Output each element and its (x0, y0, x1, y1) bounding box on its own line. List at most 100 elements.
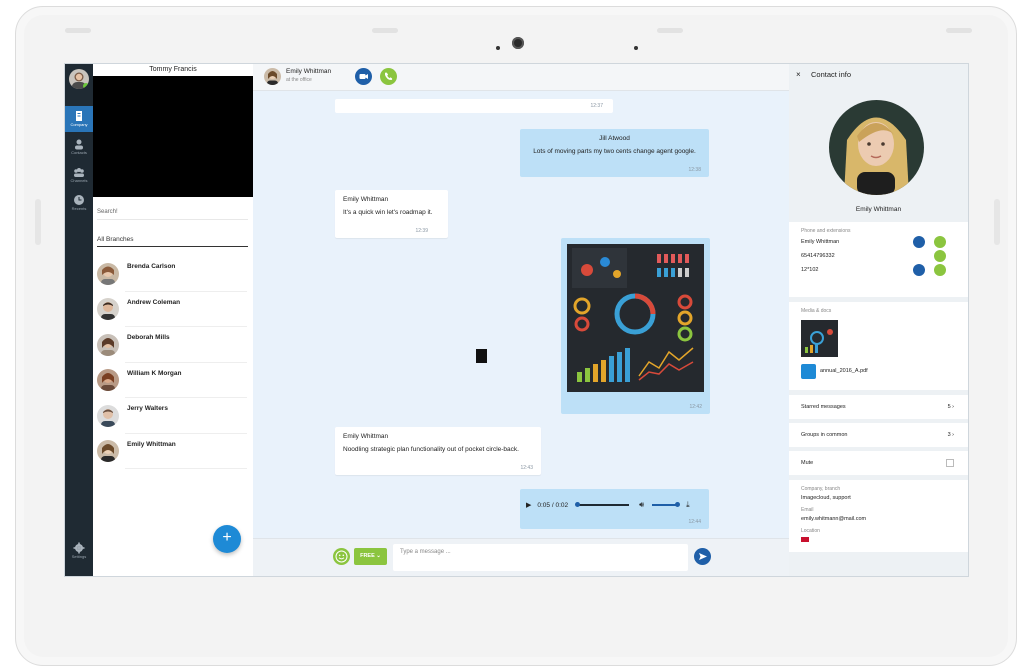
nav-item-label: Contacts (71, 150, 87, 155)
contact-name: Emily Whittman (855, 206, 902, 213)
nav-item-label: Company (70, 122, 88, 127)
avatar (97, 298, 119, 321)
company-value: Imagecloud, support (801, 495, 851, 501)
row-count: 3 › (947, 432, 954, 438)
mute-row: Mute (789, 451, 968, 475)
voice-call-button[interactable] (934, 236, 946, 248)
voice-call-button[interactable] (934, 264, 946, 276)
volume-icon[interactable]: 🔊︎ (639, 500, 644, 510)
panel-title: Contact info (811, 70, 852, 79)
chevron-down-icon: ⌄ (376, 553, 381, 559)
video-call-button[interactable] (355, 68, 372, 85)
close-icon[interactable]: × (796, 64, 801, 85)
send-icon (699, 553, 707, 560)
audio-progress-track[interactable] (575, 502, 630, 507)
voice-call-button[interactable] (380, 68, 397, 85)
phone-icon (385, 72, 393, 81)
message-bubble-outgoing[interactable]: Jill Atwood Lots of moving parts my two … (520, 129, 709, 177)
contacts-panel: Tommy Francis Search! All Branches Brend… (93, 64, 253, 576)
contact-item[interactable]: Emily Whittman (93, 434, 253, 469)
contact-item[interactable]: Deborah Mills (93, 327, 253, 363)
message-time: 12:42 (689, 404, 702, 410)
volume-slider[interactable] (652, 502, 681, 507)
contact-name: Andrew Coleman (127, 298, 181, 306)
contact-name: Deborah Mills (127, 334, 170, 341)
company-icon (76, 111, 82, 121)
date-separator: 12:37 (335, 99, 613, 113)
free-plan-dropdown[interactable]: FREE ⌄ (354, 548, 387, 565)
phone-entry: 65414796332 (801, 253, 835, 259)
emoji-button[interactable] (333, 548, 350, 565)
video-call-area[interactable] (93, 76, 253, 197)
media-thumbnail[interactable] (801, 320, 838, 357)
video-call-button[interactable] (913, 264, 925, 276)
frame-slot (372, 28, 398, 33)
message-sender: Jill Atwood (599, 135, 630, 142)
row-label: Groups in common (801, 432, 848, 438)
video-call-button[interactable] (913, 236, 925, 248)
message-time: 12:38 (688, 167, 701, 173)
nav-item-recents[interactable]: Recents (65, 190, 93, 216)
section-label: Phone and extensions (801, 228, 851, 234)
contact-photo[interactable] (829, 100, 924, 195)
avatar[interactable] (264, 68, 281, 85)
smiley-icon (335, 550, 348, 563)
message-time: 12:43 (520, 465, 533, 471)
voice-call-button[interactable] (934, 250, 946, 262)
message-text: Noodling strategic plan functionality ou… (343, 446, 519, 453)
media-section: Media & docs annual_2016_A.pdf (789, 302, 968, 390)
phone-section: Phone and extensions Emily Whittman 6541… (789, 222, 968, 297)
my-avatar[interactable] (69, 69, 89, 89)
avatar (97, 262, 119, 285)
frame-slot (946, 28, 972, 33)
mute-checkbox[interactable] (946, 459, 954, 467)
phone-entry: 12*102 (801, 267, 819, 273)
play-icon[interactable]: ▶ (526, 501, 531, 509)
send-button[interactable] (694, 548, 711, 565)
branch-filter[interactable]: All Branches (97, 232, 248, 247)
caller-name: Tommy Francis (149, 66, 197, 73)
search-input[interactable]: Search! (97, 204, 248, 220)
image-message-bubble[interactable]: 12:42 (561, 238, 710, 414)
avatar (97, 404, 119, 427)
groups-in-common-row[interactable]: Groups in common 3 › (789, 423, 968, 447)
avatar (97, 369, 119, 392)
frame-sensor (634, 46, 638, 50)
contact-info-panel: × Contact info Emily Whittman Phone and … (789, 64, 968, 576)
nav-item-contacts[interactable]: Contacts (65, 134, 93, 160)
gear-icon (73, 542, 85, 554)
nav-item-channels[interactable]: Channels (65, 162, 93, 188)
details-section: Company, branch Imagecloud, support Emai… (789, 480, 968, 552)
email-value[interactable]: emily.whitmann@mail.com (801, 516, 866, 522)
starred-messages-row[interactable]: Starred messages 5 › (789, 395, 968, 419)
audio-player: ▶ 0:05 / 0:02 🔊︎ ⤓ (526, 497, 708, 513)
doc-name[interactable]: annual_2016_A.pdf (820, 368, 868, 374)
audio-message-bubble[interactable]: ▶ 0:05 / 0:02 🔊︎ ⤓ 12:44 (520, 489, 709, 529)
nav-item-settings[interactable]: Settings (65, 538, 93, 564)
download-icon[interactable]: ⤓ (686, 500, 690, 510)
message-bubble-incoming[interactable]: Emily Whittman Noodling strategic plan f… (335, 427, 541, 475)
message-text: It's a quick win let's roadmap it. (343, 209, 433, 216)
contact-item[interactable]: Andrew Coleman (93, 292, 253, 327)
contact-item[interactable]: Brenda Carlson (93, 256, 253, 292)
nav-item-label: Settings (71, 554, 87, 559)
message-input[interactable]: Type a message ... (393, 544, 688, 571)
chat-contact-status: at the office (286, 77, 312, 83)
message-time: 12:37 (590, 103, 603, 109)
contact-item[interactable]: Jerry Walters (93, 398, 253, 434)
phone-entry: Emily Whittman (801, 239, 840, 245)
message-sender: Emily Whittman (343, 196, 389, 203)
field-label: Email (801, 507, 814, 513)
contact-item[interactable]: William K Morgan (93, 363, 253, 398)
nav-item-company[interactable]: Company (65, 106, 93, 132)
infographic-image[interactable] (567, 244, 704, 392)
add-contact-button[interactable]: + (213, 525, 241, 553)
message-bubble-incoming[interactable]: Emily Whittman It's a quick win let's ro… (335, 190, 448, 238)
chat-header: Emily Whittman at the office (253, 64, 789, 91)
chat-contact-name: Emily Whittman (286, 68, 332, 75)
chat-panel: Emily Whittman at the office 12:37 Jill … (253, 64, 789, 576)
recents-icon (74, 195, 84, 205)
frame-slot (65, 28, 91, 33)
channels-icon (74, 168, 84, 177)
stop-button[interactable] (476, 349, 487, 363)
